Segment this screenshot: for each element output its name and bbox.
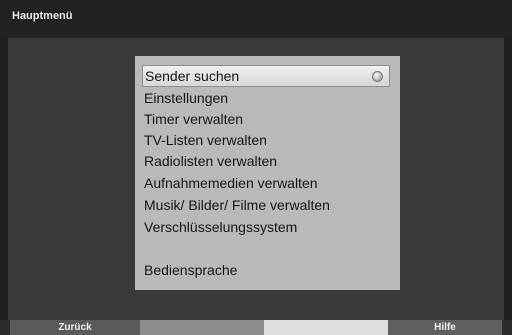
tv-menu-screen: Hauptmenü Sender suchen Einstellungen Ti… — [0, 0, 512, 335]
menu-item-einstellungen[interactable]: Einstellungen — [144, 88, 228, 108]
menu-item-musik-bilder-filme-verwalten[interactable]: Musik/ Bilder/ Filme verwalten — [144, 195, 330, 215]
help-button[interactable]: Hilfe — [388, 320, 502, 335]
main-menu: Sender suchen Einstellungen Timer verwal… — [135, 56, 400, 290]
menu-item-timer-verwalten[interactable]: Timer verwalten — [144, 109, 243, 129]
radio-bullet-icon — [372, 71, 383, 82]
menu-item-bediensprache[interactable]: Bediensprache — [144, 260, 237, 280]
menu-list: Sender suchen Einstellungen Timer verwal… — [135, 56, 400, 290]
title-bar: Hauptmenü — [0, 0, 512, 38]
menu-item-radiolisten-verwalten[interactable]: Radiolisten verwalten — [144, 151, 277, 171]
menu-item-label: Sender suchen — [145, 68, 240, 84]
yellow-function-button[interactable] — [264, 320, 388, 335]
function-key-bar: Zurück Hilfe — [0, 320, 512, 335]
menu-item-tv-listen-verwalten[interactable]: TV-Listen verwalten — [144, 130, 267, 150]
back-button[interactable]: Zurück — [10, 320, 140, 335]
menu-item-verschluesselungssystem[interactable]: Verschlüsselungssystem — [144, 217, 297, 237]
menu-item-sender-suchen[interactable]: Sender suchen — [142, 65, 390, 87]
green-function-button[interactable] — [140, 320, 264, 335]
page-title: Hauptmenü — [12, 10, 73, 22]
menu-item-aufnahmemedien-verwalten[interactable]: Aufnahmemedien verwalten — [144, 173, 318, 193]
